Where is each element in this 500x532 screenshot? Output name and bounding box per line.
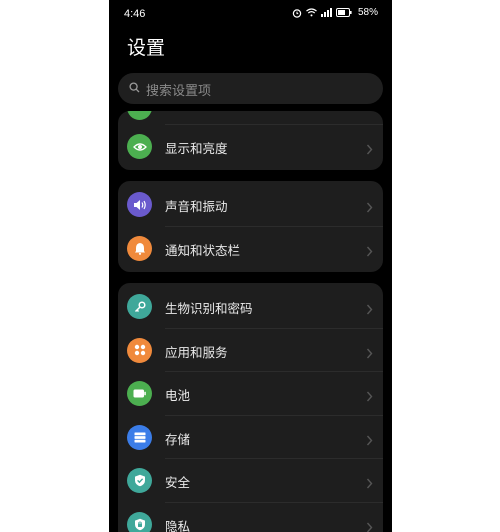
search-bar[interactable]: 搜索设置项 [118, 73, 383, 104]
key-icon [127, 294, 152, 319]
status-icons: 58% [292, 7, 378, 18]
settings-item-label: 电池 [165, 388, 191, 403]
settings-item-biometrics[interactable]: 生物识别和密码 [118, 285, 383, 329]
speaker-icon [127, 192, 152, 217]
settings-item-display[interactable]: 显示和亮度 [118, 125, 383, 169]
settings-item-privacy[interactable]: 隐私 [118, 503, 383, 532]
settings-item-label: 通知和状态栏 [165, 242, 241, 258]
bell-icon [127, 235, 152, 261]
chevron-right-icon [366, 474, 373, 493]
settings-group-sound: 声音和振动 通知和状态栏 [118, 181, 383, 272]
settings-item-label: 安全 [165, 475, 191, 490]
chevron-right-icon [366, 198, 373, 217]
phone-screen: 4:46 58% 设置 搜索设置项 显示和亮度 声音和振动 通知和状态栏 生物识… [109, 0, 392, 532]
search-placeholder: 搜索设置项 [146, 84, 212, 99]
settings-item-notifications[interactable]: 通知和状态栏 [118, 227, 383, 271]
settings-item-label: 声音和振动 [165, 199, 228, 214]
settings-item-security[interactable]: 安全 [118, 459, 383, 503]
signal-icon [320, 8, 332, 17]
settings-item-storage[interactable]: 存储 [118, 416, 383, 459]
search-icon [129, 82, 140, 97]
chevron-right-icon [366, 242, 373, 261]
settings-item-label: 应用和服务 [165, 344, 228, 360]
chevron-right-icon [366, 140, 373, 159]
battery-icon [335, 8, 352, 17]
wifi-icon [306, 8, 317, 17]
battery-percent: 58% [357, 7, 378, 18]
settings-item-battery[interactable]: 电池 [118, 372, 383, 416]
settings-item-sound[interactable]: 声音和振动 [118, 183, 383, 227]
chevron-right-icon [366, 344, 373, 363]
chevron-right-icon [366, 431, 373, 450]
settings-item-label: 存储 [165, 431, 191, 447]
privacy-shield-icon [127, 511, 152, 532]
settings-item-label: 生物识别和密码 [165, 301, 253, 316]
battery-icon [127, 381, 152, 406]
settings-group-display: 显示和亮度 [118, 111, 383, 170]
partial-row-icon [127, 111, 152, 120]
chevron-right-icon [366, 518, 373, 532]
alarm-icon [292, 8, 302, 18]
page-title: 设置 [127, 37, 166, 59]
settings-group-system: 生物识别和密码 应用和服务 电池 存储 安全 隐私 [118, 283, 383, 532]
settings-item-apps[interactable]: 应用和服务 [118, 329, 383, 372]
shield-check-icon [127, 468, 152, 493]
chevron-right-icon [366, 387, 373, 406]
status-bar: 4:46 58% [109, 0, 392, 28]
settings-item-label: 隐私 [165, 518, 191, 532]
storage-icon [127, 424, 152, 450]
chevron-right-icon [366, 300, 373, 319]
settings-item-label: 显示和亮度 [165, 141, 228, 156]
status-time: 4:46 [124, 8, 146, 20]
eye-icon [127, 134, 152, 159]
apps-grid-icon [127, 337, 152, 363]
